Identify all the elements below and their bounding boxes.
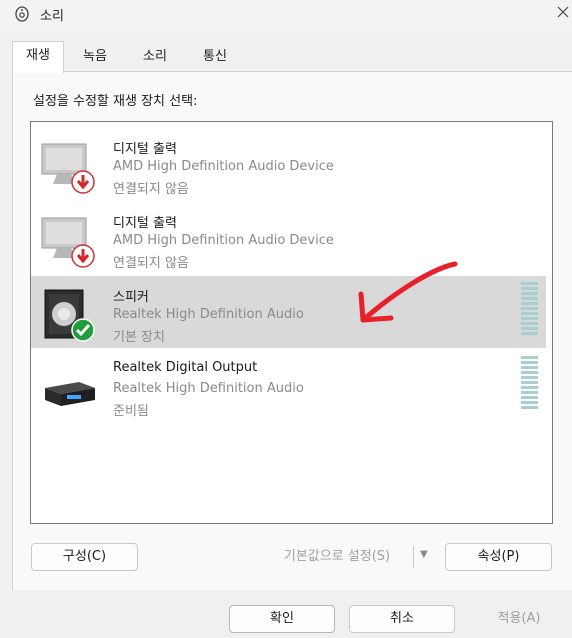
instruction-label: 설정을 수정할 재생 장치 선택: <box>33 94 198 109</box>
device-status: 기본 장치 <box>113 330 165 345</box>
volume-meter <box>521 282 538 335</box>
ok-button[interactable]: 확인 <box>229 605 335 633</box>
monitor-icon <box>41 143 95 194</box>
device-status: 연결되지 않음 <box>113 182 189 197</box>
monitor-icon <box>41 217 95 268</box>
tab-playback[interactable]: 재생 <box>12 41 64 73</box>
configure-button[interactable]: 구성(C) <box>31 543 138 571</box>
properties-button[interactable]: 속성(P) <box>445 543 552 571</box>
apply-button[interactable]: 적용(A) <box>466 605 572 633</box>
close-icon[interactable] <box>555 4 571 20</box>
annotation-arrow-icon <box>358 261 458 323</box>
speaker-app-icon <box>15 6 29 22</box>
device-row[interactable]: Realtek Digital Output Realtek High Defi… <box>31 350 546 422</box>
device-row[interactable]: 디지털 출력 AMD High Definition Audio Device … <box>31 202 546 274</box>
device-description: Realtek High Definition Audio <box>113 307 304 322</box>
device-description: AMD High Definition Audio Device <box>113 233 334 248</box>
window-title: 소리 <box>40 9 64 24</box>
tab-recording[interactable]: 녹음 <box>70 43 120 71</box>
device-name: 디지털 출력 <box>113 216 177 231</box>
digital-output-icon <box>45 382 95 406</box>
cancel-button[interactable]: 취소 <box>349 605 455 633</box>
volume-meter <box>521 356 538 409</box>
split-divider <box>413 546 414 568</box>
chevron-down-icon[interactable]: ▼ <box>420 549 428 560</box>
device-row-selected[interactable]: 스피커 Realtek High Definition Audio 기본 장치 <box>31 276 546 348</box>
device-name: 디지털 출력 <box>113 142 177 157</box>
tab-sounds[interactable]: 소리 <box>130 43 180 71</box>
set-default-button[interactable]: 기본값으로 설정(S) <box>262 543 412 571</box>
device-row[interactable]: 디지털 출력 AMD High Definition Audio Device … <box>31 128 546 200</box>
device-name: 스피커 <box>113 290 149 305</box>
tab-communications[interactable]: 통신 <box>190 43 240 71</box>
speaker-icon <box>44 289 95 342</box>
device-status: 연결되지 않음 <box>113 256 189 271</box>
device-name: Realtek Digital Output <box>113 360 258 375</box>
title-bar <box>0 0 572 32</box>
device-description: AMD High Definition Audio Device <box>113 159 334 174</box>
device-status: 준비됨 <box>113 404 149 419</box>
device-description: Realtek High Definition Audio <box>113 381 304 396</box>
